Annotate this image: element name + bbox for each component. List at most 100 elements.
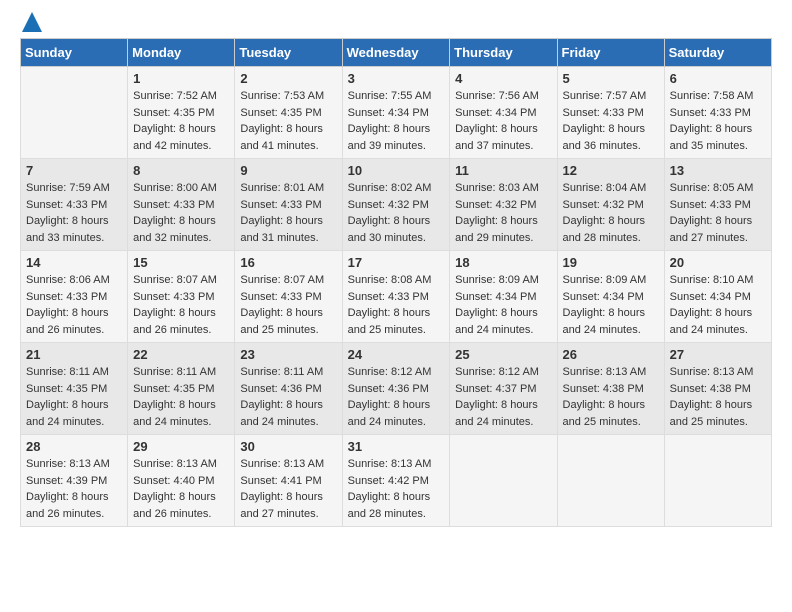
calendar-cell: [557, 435, 664, 527]
weekday-header-wednesday: Wednesday: [342, 39, 450, 67]
calendar-cell: 30 Sunrise: 8:13 AM Sunset: 4:41 PM Dayli…: [235, 435, 342, 527]
calendar-cell: 7 Sunrise: 7:59 AM Sunset: 4:33 PM Daylig…: [21, 159, 128, 251]
day-info: Sunrise: 8:12 AM Sunset: 4:36 PM Dayligh…: [348, 364, 445, 430]
day-info: Sunrise: 8:13 AM Sunset: 4:42 PM Dayligh…: [348, 456, 445, 522]
logo-icon: [22, 12, 42, 32]
calendar-cell: 25Sunrise: 8:12 AM Sunset: 4:37 PM Dayli…: [450, 343, 557, 435]
calendar-cell: 14 Sunrise: 8:06 AM Sunset: 4:33 PM Dayli…: [21, 251, 128, 343]
day-info: Sunrise: 8:10 AM Sunset: 4:34 PM Dayligh…: [670, 272, 766, 338]
page-header: [20, 20, 772, 28]
calendar-cell: 19Sunrise: 8:09 AM Sunset: 4:34 PM Dayli…: [557, 251, 664, 343]
day-info: Sunrise: 8:13 AM Sunset: 4:41 PM Dayligh…: [240, 456, 336, 522]
calendar-cell: 2 Sunrise: 7:53 AM Sunset: 4:35 PM Daylig…: [235, 67, 342, 159]
day-info: Sunrise: 7:56 AM Sunset: 4:34 PM Dayligh…: [455, 88, 551, 154]
calendar-cell: 28Sunrise: 8:13 AM Sunset: 4:39 PM Dayli…: [21, 435, 128, 527]
calendar-cell: 3Sunrise: 7:55 AM Sunset: 4:34 PM Daylig…: [342, 67, 450, 159]
calendar-cell: 9 Sunrise: 8:01 AM Sunset: 4:33 PM Daylig…: [235, 159, 342, 251]
day-number: 4: [455, 71, 551, 86]
day-info: Sunrise: 8:04 AM Sunset: 4:32 PM Dayligh…: [563, 180, 659, 246]
calendar-cell: 24 Sunrise: 8:12 AM Sunset: 4:36 PM Dayli…: [342, 343, 450, 435]
weekday-header-sunday: Sunday: [21, 39, 128, 67]
day-number: 20: [670, 255, 766, 270]
calendar-cell: 17 Sunrise: 8:08 AM Sunset: 4:33 PM Dayli…: [342, 251, 450, 343]
day-number: 14: [26, 255, 122, 270]
calendar-cell: 11 Sunrise: 8:03 AM Sunset: 4:32 PM Dayli…: [450, 159, 557, 251]
day-number: 9: [240, 163, 336, 178]
day-number: 24: [348, 347, 445, 362]
day-number: 8: [133, 163, 229, 178]
day-number: 2: [240, 71, 336, 86]
day-info: Sunrise: 8:13 AM Sunset: 4:38 PM Dayligh…: [670, 364, 766, 430]
calendar-cell: 6Sunrise: 7:58 AM Sunset: 4:33 PM Daylig…: [664, 67, 771, 159]
day-number: 27: [670, 347, 766, 362]
calendar-cell: 8 Sunrise: 8:00 AM Sunset: 4:33 PM Daylig…: [128, 159, 235, 251]
day-info: Sunrise: 7:58 AM Sunset: 4:33 PM Dayligh…: [670, 88, 766, 154]
day-number: 25: [455, 347, 551, 362]
day-info: Sunrise: 8:02 AM Sunset: 4:32 PM Dayligh…: [348, 180, 445, 246]
calendar-cell: 20 Sunrise: 8:10 AM Sunset: 4:34 PM Dayli…: [664, 251, 771, 343]
day-number: 5: [563, 71, 659, 86]
day-number: 13: [670, 163, 766, 178]
day-info: Sunrise: 7:59 AM Sunset: 4:33 PM Dayligh…: [26, 180, 122, 246]
calendar-cell: 27 Sunrise: 8:13 AM Sunset: 4:38 PM Dayli…: [664, 343, 771, 435]
day-info: Sunrise: 8:03 AM Sunset: 4:32 PM Dayligh…: [455, 180, 551, 246]
weekday-header-monday: Monday: [128, 39, 235, 67]
day-info: Sunrise: 8:13 AM Sunset: 4:38 PM Dayligh…: [563, 364, 659, 430]
day-number: 7: [26, 163, 122, 178]
day-number: 26: [563, 347, 659, 362]
day-info: Sunrise: 8:07 AM Sunset: 4:33 PM Dayligh…: [240, 272, 336, 338]
day-number: 1: [133, 71, 229, 86]
calendar-cell: [664, 435, 771, 527]
day-number: 29: [133, 439, 229, 454]
calendar-cell: 13 Sunrise: 8:05 AM Sunset: 4:33 PM Dayli…: [664, 159, 771, 251]
day-info: Sunrise: 8:01 AM Sunset: 4:33 PM Dayligh…: [240, 180, 336, 246]
calendar-cell: 10 Sunrise: 8:02 AM Sunset: 4:32 PM Dayli…: [342, 159, 450, 251]
calendar-cell: 5Sunrise: 7:57 AM Sunset: 4:33 PM Daylig…: [557, 67, 664, 159]
calendar-cell: 16 Sunrise: 8:07 AM Sunset: 4:33 PM Dayli…: [235, 251, 342, 343]
day-info: Sunrise: 8:09 AM Sunset: 4:34 PM Dayligh…: [563, 272, 659, 338]
calendar-cell: 29Sunrise: 8:13 AM Sunset: 4:40 PM Dayli…: [128, 435, 235, 527]
calendar-week-row: 7 Sunrise: 7:59 AM Sunset: 4:33 PM Daylig…: [21, 159, 772, 251]
day-info: Sunrise: 8:06 AM Sunset: 4:33 PM Dayligh…: [26, 272, 122, 338]
weekday-header-saturday: Saturday: [664, 39, 771, 67]
calendar-cell: 26 Sunrise: 8:13 AM Sunset: 4:38 PM Dayli…: [557, 343, 664, 435]
weekday-header-thursday: Thursday: [450, 39, 557, 67]
calendar-cell: 4 Sunrise: 7:56 AM Sunset: 4:34 PM Daylig…: [450, 67, 557, 159]
day-number: 3: [348, 71, 445, 86]
day-number: 31: [348, 439, 445, 454]
day-number: 17: [348, 255, 445, 270]
day-number: 18: [455, 255, 551, 270]
day-number: 10: [348, 163, 445, 178]
calendar-cell: 18 Sunrise: 8:09 AM Sunset: 4:34 PM Dayli…: [450, 251, 557, 343]
day-info: Sunrise: 8:11 AM Sunset: 4:35 PM Dayligh…: [26, 364, 122, 430]
day-info: Sunrise: 8:13 AM Sunset: 4:39 PM Dayligh…: [26, 456, 122, 522]
day-number: 15: [133, 255, 229, 270]
calendar-cell: [21, 67, 128, 159]
day-info: Sunrise: 8:05 AM Sunset: 4:33 PM Dayligh…: [670, 180, 766, 246]
calendar-cell: [450, 435, 557, 527]
day-info: Sunrise: 8:09 AM Sunset: 4:34 PM Dayligh…: [455, 272, 551, 338]
day-number: 21: [26, 347, 122, 362]
calendar-cell: 15 Sunrise: 8:07 AM Sunset: 4:33 PM Dayli…: [128, 251, 235, 343]
day-info: Sunrise: 8:07 AM Sunset: 4:33 PM Dayligh…: [133, 272, 229, 338]
day-number: 11: [455, 163, 551, 178]
day-info: Sunrise: 8:11 AM Sunset: 4:36 PM Dayligh…: [240, 364, 336, 430]
calendar-week-row: 28Sunrise: 8:13 AM Sunset: 4:39 PM Dayli…: [21, 435, 772, 527]
day-info: Sunrise: 8:08 AM Sunset: 4:33 PM Dayligh…: [348, 272, 445, 338]
calendar-cell: 1 Sunrise: 7:52 AM Sunset: 4:35 PM Daylig…: [128, 67, 235, 159]
weekday-header-friday: Friday: [557, 39, 664, 67]
logo: [20, 20, 42, 28]
day-number: 22: [133, 347, 229, 362]
day-number: 16: [240, 255, 336, 270]
day-info: Sunrise: 7:52 AM Sunset: 4:35 PM Dayligh…: [133, 88, 229, 154]
day-number: 12: [563, 163, 659, 178]
calendar-table: SundayMondayTuesdayWednesdayThursdayFrid…: [20, 38, 772, 527]
day-info: Sunrise: 7:53 AM Sunset: 4:35 PM Dayligh…: [240, 88, 336, 154]
calendar-week-row: 21 Sunrise: 8:11 AM Sunset: 4:35 PM Dayli…: [21, 343, 772, 435]
day-info: Sunrise: 8:00 AM Sunset: 4:33 PM Dayligh…: [133, 180, 229, 246]
weekday-header-row: SundayMondayTuesdayWednesdayThursdayFrid…: [21, 39, 772, 67]
day-number: 30: [240, 439, 336, 454]
calendar-week-row: 1 Sunrise: 7:52 AM Sunset: 4:35 PM Daylig…: [21, 67, 772, 159]
day-number: 23: [240, 347, 336, 362]
calendar-week-row: 14 Sunrise: 8:06 AM Sunset: 4:33 PM Dayli…: [21, 251, 772, 343]
